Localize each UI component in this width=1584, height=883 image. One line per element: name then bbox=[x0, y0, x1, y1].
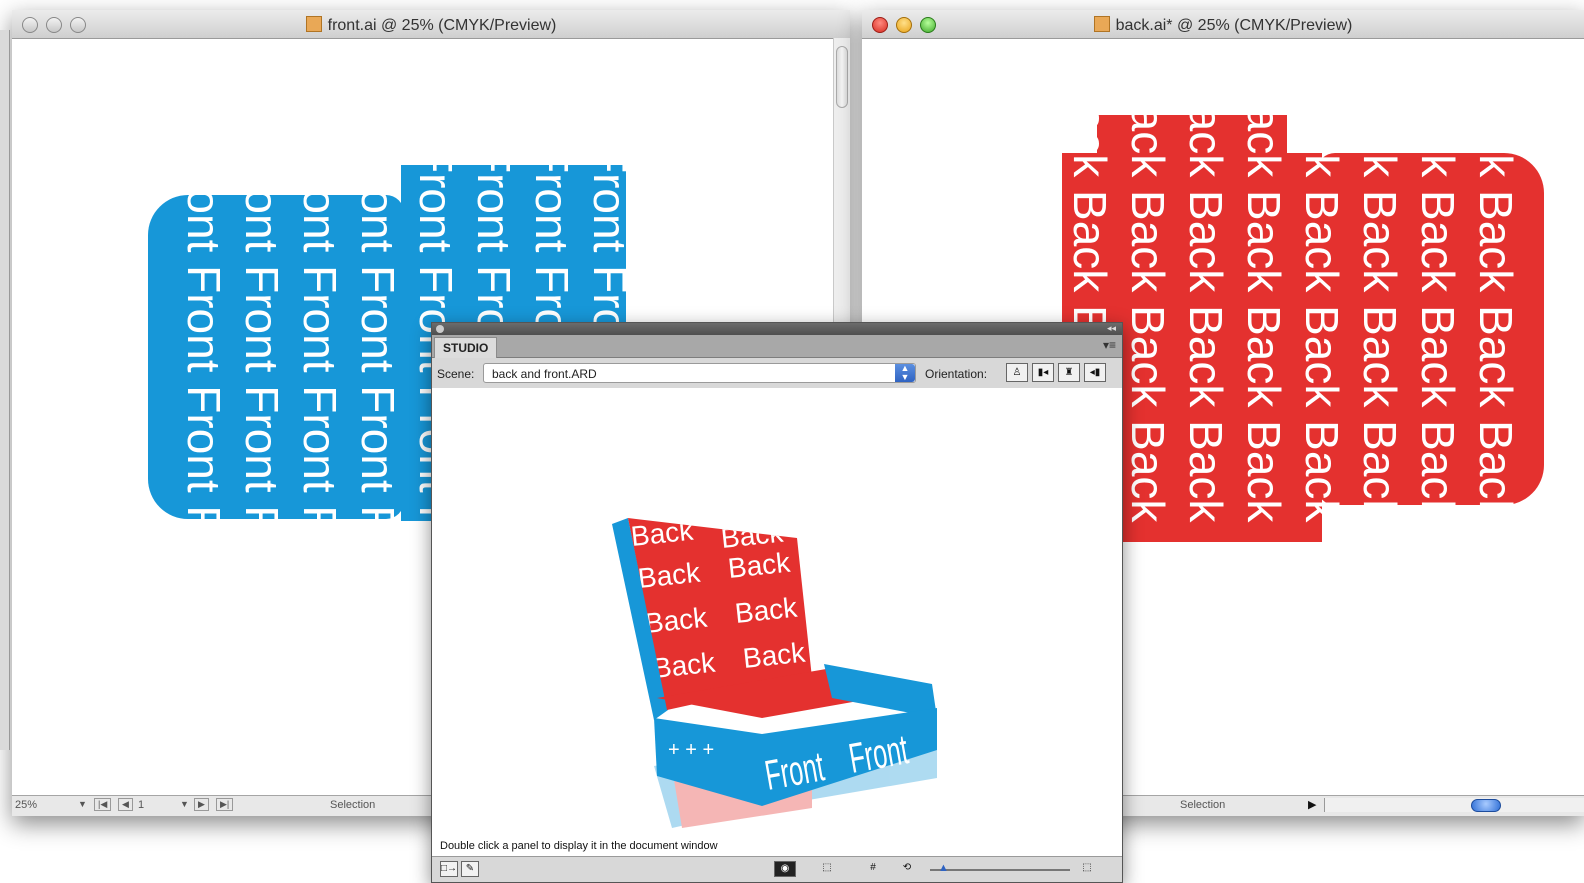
3d-preview-viewport[interactable]: Back Back Back Back Back Back Back Back … bbox=[432, 388, 1122, 856]
pattern-word-column: Front Front Front Front bbox=[236, 165, 288, 521]
front-window-titlebar[interactable]: front.ai @ 25% (CMYK/Preview) bbox=[12, 10, 850, 39]
3d-box-render[interactable]: Back Back Back Back Back Back Back Back … bbox=[432, 388, 1120, 856]
prev-page-icon[interactable]: ◀ bbox=[118, 798, 133, 811]
wall-text-fragment: + + + bbox=[668, 739, 714, 761]
back-window-titlebar[interactable]: back.ai* @ 25% (CMYK/Preview) bbox=[862, 10, 1584, 39]
lid-text: Back bbox=[636, 557, 702, 594]
page-number[interactable]: 1 bbox=[138, 799, 144, 811]
person-back-icon[interactable]: ◂▮ bbox=[1084, 363, 1106, 382]
tab-studio[interactable]: STUDIO bbox=[434, 337, 498, 358]
pattern-word-column: Back Back Back Back bbox=[1354, 115, 1406, 523]
pattern-word-column: Back Back Back Back bbox=[1180, 115, 1232, 523]
collapse-icon[interactable]: ◂◂ bbox=[1107, 323, 1116, 334]
last-page-icon[interactable]: ▶| bbox=[216, 798, 234, 811]
person-icon[interactable]: ♙ bbox=[1006, 363, 1028, 382]
orientation-buttons: ♙ ▮◂ ♜ ◂▮ bbox=[1006, 363, 1106, 382]
lid-text: Back bbox=[629, 515, 695, 552]
tools-panel-strip[interactable] bbox=[0, 30, 10, 750]
box-back-wall bbox=[824, 664, 937, 718]
window-title-text: front.ai @ 25% (CMYK/Preview) bbox=[327, 17, 557, 34]
studio-panel: ◂◂ STUDIO ▾≡ Scene: back and front.ARD ▲… bbox=[431, 322, 1123, 883]
studio-panel-header[interactable]: ◂◂ bbox=[432, 323, 1122, 335]
ai-document-icon bbox=[1093, 16, 1110, 32]
slider-thumb[interactable]: ▲ bbox=[938, 862, 949, 874]
zoom-slider[interactable]: ▲ bbox=[930, 862, 1070, 874]
lid-text: Back bbox=[651, 647, 717, 684]
cube-icon[interactable]: ⬚ bbox=[816, 861, 838, 877]
studio-hint-text: Double click a panel to display it in th… bbox=[440, 840, 718, 852]
orientation-label: Orientation: bbox=[925, 367, 988, 381]
status-menu-icon[interactable]: ▶ bbox=[1308, 798, 1316, 811]
panel-menu-icon[interactable]: ▾≡ bbox=[1103, 338, 1116, 352]
page-menu-icon[interactable]: ▼ bbox=[180, 799, 189, 809]
add-panel-icon[interactable]: □→ bbox=[440, 861, 458, 877]
zoom-menu-icon[interactable]: ▼ bbox=[78, 799, 87, 809]
camera-icon[interactable]: ◉ bbox=[774, 861, 796, 877]
pattern-word-column: Front Front Front Front bbox=[352, 165, 404, 521]
chevron-up-down-icon[interactable]: ▲ ▼ bbox=[895, 364, 915, 382]
scroll-thumb[interactable] bbox=[1471, 799, 1501, 812]
status-tool-text[interactable]: Selection bbox=[1180, 799, 1225, 811]
window-title: back.ai* @ 25% (CMYK/Preview) bbox=[862, 16, 1584, 35]
pattern-word-column: Back Back Back Back bbox=[1470, 115, 1522, 523]
pattern-word-column: Front Front Front Front bbox=[294, 165, 346, 521]
trophy-icon[interactable]: ♜ bbox=[1058, 363, 1080, 382]
lid-text: Back bbox=[733, 592, 799, 629]
status-tool-text[interactable]: Selection bbox=[330, 799, 375, 811]
window-title-text: back.ai* @ 25% (CMYK/Preview) bbox=[1115, 17, 1353, 34]
studio-tab-row: STUDIO ▾≡ bbox=[432, 335, 1122, 358]
pattern-word-column: Back Back Back Back bbox=[1412, 115, 1464, 523]
window-title: front.ai @ 25% (CMYK/Preview) bbox=[12, 16, 850, 35]
back-dieline-artwork[interactable]: Back Back Back Back Back Back Back Back … bbox=[1062, 115, 1544, 542]
pattern-word-column: Back Back Back Back bbox=[1238, 115, 1290, 523]
zoom-level[interactable]: 25% bbox=[15, 799, 37, 811]
pattern-word-column: Back Back Back Back bbox=[1122, 115, 1174, 523]
pattern-word-column: Back Back Back Back bbox=[1296, 115, 1348, 523]
scene-label: Scene: bbox=[437, 367, 475, 381]
scroll-thumb[interactable] bbox=[836, 46, 848, 108]
first-page-icon[interactable]: |◀ bbox=[94, 798, 112, 811]
lid-text: Back bbox=[726, 547, 792, 584]
scene-row: Scene: back and front.ARD ▲ ▼ Orientation… bbox=[432, 358, 1122, 389]
horizontal-scrollbar[interactable] bbox=[1324, 798, 1584, 812]
grid-icon[interactable]: # bbox=[862, 861, 884, 877]
scene-dropdown[interactable]: back and front.ARD ▲ ▼ bbox=[483, 363, 916, 383]
pattern-word-column: Front Front Front Front bbox=[178, 165, 230, 521]
lid-text: Back bbox=[741, 637, 807, 674]
close-icon[interactable] bbox=[436, 325, 444, 333]
person-side-icon[interactable]: ▮◂ bbox=[1032, 363, 1054, 382]
rotate-icon[interactable]: ⟲ bbox=[898, 861, 916, 877]
lid-text: Back bbox=[643, 602, 709, 639]
ai-document-icon bbox=[305, 16, 322, 32]
box-view-icon[interactable]: ⬚ bbox=[1077, 861, 1097, 877]
next-page-icon[interactable]: ▶ bbox=[194, 798, 209, 811]
edit-panel-icon[interactable]: ✎ bbox=[461, 861, 479, 877]
scene-value: back and front.ARD bbox=[492, 367, 597, 381]
studio-bottom-toolbar: □→ ✎ ◉ ⬚ # ⟲ ▲ ⬚ bbox=[432, 856, 1122, 882]
